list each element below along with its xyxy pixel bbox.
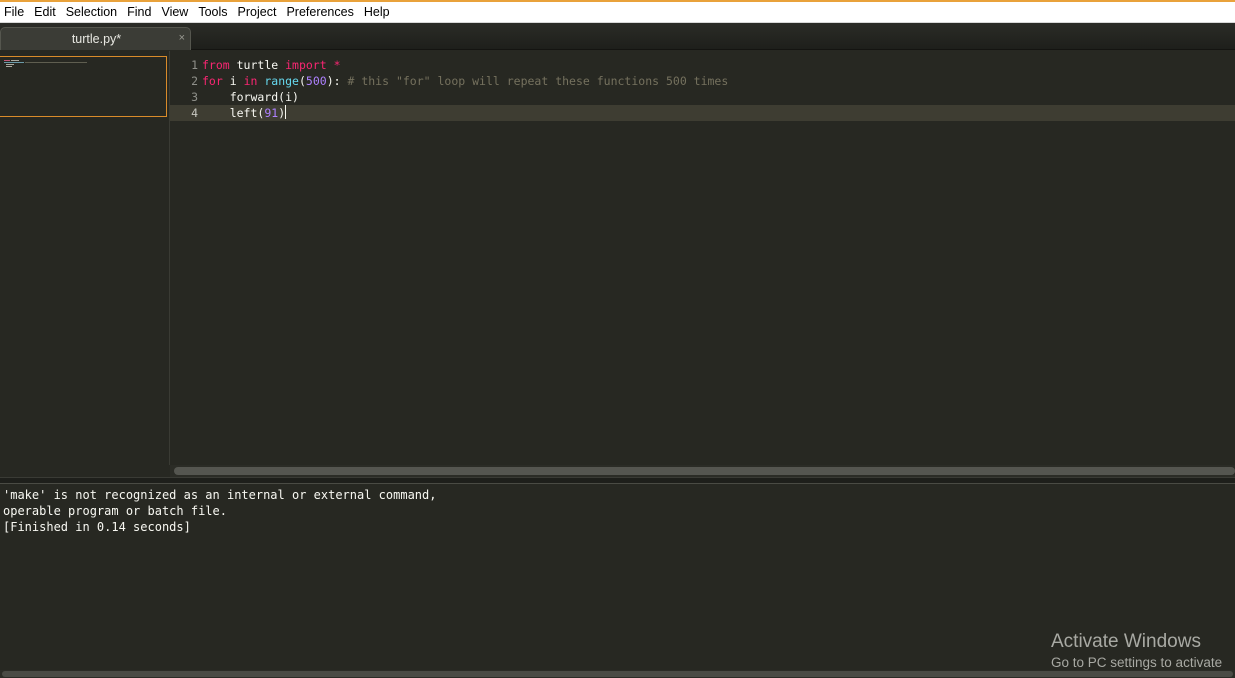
menu-project[interactable]: Project [234,2,281,22]
output-horizontal-scrollbar[interactable] [0,670,1235,678]
scrollbar-thumb[interactable] [2,671,1233,677]
line-number: 3 [191,90,198,104]
paren: ) [278,106,286,120]
close-icon[interactable]: × [179,32,185,44]
output-line: operable program or batch file. [3,504,227,518]
build-output-panel[interactable]: 'make' is not recognized as an internal … [0,485,1235,670]
keyword: from [202,58,230,72]
code-line-1: from turtle import * [202,57,1235,73]
menu-bar: File Edit Selection Find View Tools Proj… [0,2,1235,23]
function-name: range [264,74,299,88]
code-text: forward(i) [202,90,299,104]
keyword: import [285,58,327,72]
line-number: 1 [191,58,198,72]
code-line-2: for i in range(500): # this "for" loop w… [202,73,1235,89]
identifier: turtle [229,58,286,72]
paren: ): [326,74,348,88]
activation-watermark: Activate Windows Go to PC settings to ac… [1051,631,1235,673]
keyword: in [243,74,258,88]
text-cursor [285,105,287,119]
menu-tools[interactable]: Tools [194,2,231,22]
editor-horizontal-scrollbar[interactable] [170,465,1235,477]
comment: # this "for" loop will repeat these func… [347,74,729,88]
watermark-title: Activate Windows [1051,631,1201,652]
output-line: [Finished in 0.14 seconds] [3,520,191,534]
number-literal: 91 [264,106,279,120]
code-area[interactable]: from turtle import * for i in range(500)… [202,57,1235,121]
number-literal: 500 [305,74,327,88]
identifier: i [222,74,244,88]
menu-preferences[interactable]: Preferences [282,2,357,22]
minimap-viewport[interactable] [0,56,167,117]
line-number: 2 [191,74,198,88]
tab-turtle-py[interactable]: turtle.py* × [0,27,191,50]
menu-file[interactable]: File [0,2,28,22]
panel-splitter[interactable] [0,477,1235,484]
tab-title: turtle.py* [71,32,122,46]
tab-bar: turtle.py* × [0,23,1235,50]
keyword: for [202,74,223,88]
menu-find[interactable]: Find [123,2,155,22]
code-line-3: forward(i) [202,89,1235,105]
scrollbar-thumb[interactable] [174,467,1235,475]
operator: * [326,58,341,72]
menu-view[interactable]: View [157,2,192,22]
minimap[interactable] [0,51,170,465]
line-number: 4 [191,106,198,120]
output-line: 'make' is not recognized as an internal … [3,488,437,502]
menu-help[interactable]: Help [360,2,394,22]
code-editor[interactable]: 1 2 3 4 from turtle import * for i in ra… [170,51,1235,465]
menu-selection[interactable]: Selection [62,2,121,22]
code-line-4: left(91) [202,105,1235,121]
code-text: left [202,106,258,120]
paren: ( [298,74,306,88]
menu-edit[interactable]: Edit [30,2,60,22]
line-number-gutter: 1 2 3 4 [170,57,198,121]
